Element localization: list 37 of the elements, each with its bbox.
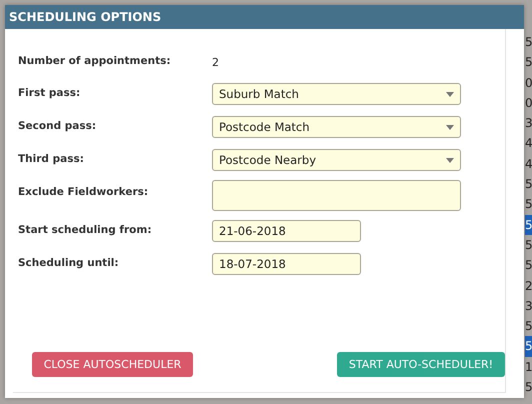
table-cell-text: 0 [525,74,532,92]
field-label: Start scheduling from: [18,223,153,236]
table-cell-text: 5 [525,236,532,254]
table-cell-text: 5 [525,176,532,194]
table-cell-text: 3 [525,298,532,315]
field-label: Third pass: [18,152,85,165]
table-cell-text: 5 [525,318,532,336]
date-input[interactable]: 18-07-2018 [212,253,361,275]
table-cell: 5 [525,214,532,235]
appointment-count: 2 [212,56,219,68]
table-cell-text: 5 [525,379,532,396]
table-cell-text: 5 [525,257,532,274]
table-cell-text: 2 [525,278,532,295]
table-cell-text: 3 [525,115,532,132]
close-button[interactable]: CLOSE AUTOSCHEDULER [32,352,193,377]
table-cell: 5 [525,336,532,357]
table-cell-text: 0 [525,94,532,112]
caret-icon [446,92,454,96]
table-cell-text: 4 [525,135,532,152]
caret-icon [446,124,454,130]
table-cell-text: 1 [525,358,532,376]
pass-dropdown[interactable]: Postcode Nearby [212,149,461,171]
field-label: First pass: [18,86,82,99]
pass-dropdown[interactable]: Suburb Match [212,83,461,105]
table-cell-text: 5 [525,54,532,72]
fieldworkers-input[interactable] [212,180,461,211]
date-input[interactable]: 21-06-2018 [212,220,361,242]
table-cell-text: 5 [525,34,532,51]
pass-dropdown[interactable]: Postcode Match [212,116,461,138]
caret-icon [446,158,454,162]
field-label: Second pass: [18,119,98,132]
field-label: Exclude Fieldworkers: [18,185,150,198]
table-cell-text: 4 [525,156,532,173]
dialog-title: SCHEDULING OPTIONS [5,5,524,29]
table-cell-text: 5 [525,196,532,214]
field-label: Number of appointments: [18,55,172,67]
field-label: Scheduling until: [18,256,120,269]
